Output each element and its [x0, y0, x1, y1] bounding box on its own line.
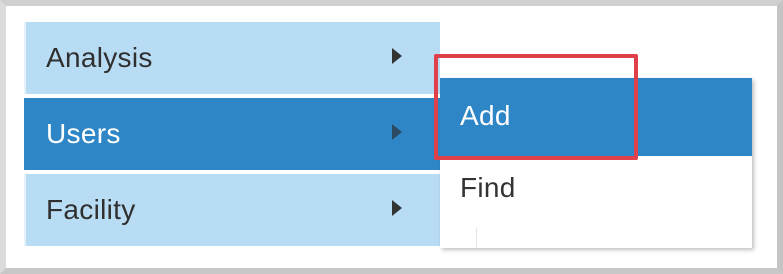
caret-right-icon	[392, 48, 402, 64]
caret-right-icon	[392, 200, 402, 216]
menu-item-label: Users	[46, 118, 121, 149]
submenu-item-find[interactable]: Find	[440, 158, 752, 228]
menu-item-label: Analysis	[46, 42, 153, 73]
main-menu: Analysis Users Facility	[24, 22, 440, 250]
menu-item-users[interactable]: Users	[24, 98, 440, 170]
highlight-box	[434, 54, 638, 160]
menu-item-label: Facility	[46, 194, 136, 225]
caret-right-icon	[392, 124, 402, 140]
menu-item-facility[interactable]: Facility	[24, 174, 440, 246]
menu-item-analysis[interactable]: Analysis	[24, 22, 440, 94]
submenu-item-label: Find	[460, 172, 516, 203]
